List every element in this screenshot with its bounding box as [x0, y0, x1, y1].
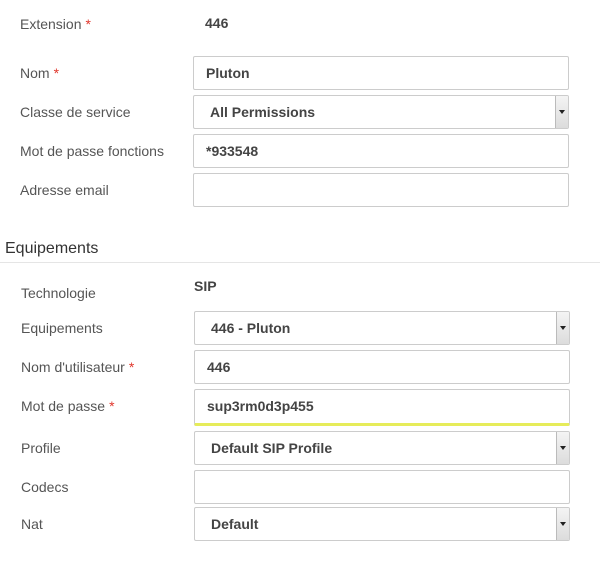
equipements-value: 446 - Pluton: [211, 320, 291, 336]
username-label: Nom d'utilisateur *: [21, 359, 135, 375]
required-mark: *: [85, 16, 91, 32]
profile-label: Profile: [21, 440, 61, 456]
equipements-label: Equipements: [21, 320, 103, 336]
nat-label: Nat: [21, 516, 43, 532]
profile-value: Default SIP Profile: [211, 440, 333, 456]
profile-select[interactable]: Default SIP Profile: [194, 431, 570, 465]
extension-value: 446: [205, 15, 229, 31]
username-input[interactable]: 446: [194, 350, 570, 384]
required-mark: *: [109, 398, 115, 414]
chevron-down-icon[interactable]: [556, 432, 569, 464]
classe-service-label: Classe de service: [20, 104, 131, 120]
nat-value: Default: [211, 516, 259, 532]
motdepasse-fonctions-input[interactable]: *933548: [193, 134, 569, 168]
password-input[interactable]: sup3rm0d3p455: [194, 389, 570, 426]
email-label: Adresse email: [20, 182, 109, 198]
codecs-label: Codecs: [21, 479, 69, 495]
email-input[interactable]: [193, 173, 569, 207]
nom-label: Nom *: [20, 65, 60, 81]
motdepasse-fonctions-label: Mot de passe fonctions: [20, 143, 164, 159]
section-title-equipements: Equipements: [5, 240, 99, 257]
required-mark: *: [128, 359, 135, 375]
classe-service-select[interactable]: All Permissions: [193, 95, 569, 129]
extension-label: Extension *: [20, 16, 91, 32]
chevron-down-icon[interactable]: [555, 96, 568, 128]
nom-input[interactable]: Pluton: [193, 56, 569, 90]
required-mark: *: [53, 65, 60, 81]
equipements-select[interactable]: 446 - Pluton: [194, 311, 570, 345]
chevron-down-icon[interactable]: [556, 508, 569, 540]
technologie-value: SIP: [194, 278, 217, 294]
chevron-down-icon[interactable]: [556, 312, 569, 344]
section-divider: [0, 262, 600, 263]
nat-select[interactable]: Default: [194, 507, 570, 541]
classe-service-value: All Permissions: [210, 104, 316, 120]
codecs-input[interactable]: [194, 470, 570, 504]
technologie-label: Technologie: [21, 285, 96, 301]
password-label: Mot de passe *: [21, 398, 115, 414]
